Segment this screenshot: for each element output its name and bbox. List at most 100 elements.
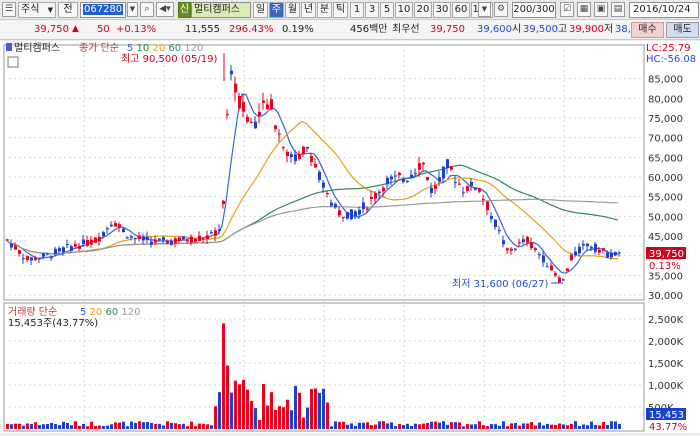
settings-icon[interactable]: ⚙ — [494, 2, 508, 17]
stock-code-value: 067280 — [83, 4, 124, 15]
price-tick-label: 55,000 — [648, 193, 683, 204]
candle-body — [462, 192, 465, 194]
chart-svg[interactable]: 85,000 80,000 75,000 70,000 65,000 60,000 55,0… — [0, 41, 700, 433]
chevron-down-icon[interactable]: ▼ — [478, 2, 491, 17]
volume-bar — [114, 422, 117, 429]
minute-option-0[interactable]: 1 — [350, 2, 364, 18]
stock-badge-label: 신 — [179, 4, 190, 15]
candle-body — [274, 125, 277, 130]
open-value: 39,500 — [523, 24, 558, 35]
candle-body — [354, 211, 357, 217]
buy-label: 매수 — [638, 24, 657, 35]
ma-period-10[interactable]: 10 — [137, 43, 153, 54]
volume-bar — [518, 425, 521, 429]
sell-label: 매도 — [673, 24, 692, 35]
volume-bar — [450, 422, 453, 429]
ma-period-60[interactable]: 60 — [168, 43, 184, 54]
volume-bar — [314, 388, 317, 429]
candle-body — [54, 248, 57, 254]
candle-body — [374, 193, 377, 199]
volume-ma-period-120[interactable]: 120 — [121, 307, 140, 318]
volume-bar — [42, 424, 45, 429]
volume-ma-period-60[interactable]: 60 — [105, 307, 121, 318]
candle-body — [474, 187, 477, 190]
quote-row: 39,750 ▲ 50 +0.13% 11,555 296.43% 0.19% … — [0, 20, 700, 40]
volume-bar — [322, 388, 325, 429]
tab-0[interactable]: 일 — [253, 2, 268, 18]
volume-bar — [514, 422, 517, 429]
volume-bar — [130, 421, 133, 429]
tab-5[interactable]: 틱 — [333, 2, 348, 18]
buy-button[interactable]: 매수 — [631, 22, 664, 38]
tab-3[interactable]: 년 — [301, 2, 316, 18]
volume-bar — [606, 424, 609, 429]
candle-body — [358, 209, 361, 215]
candle-body — [438, 177, 441, 182]
minute-option-1[interactable]: 3 — [365, 2, 379, 18]
volume-bar — [202, 423, 205, 429]
grid-icon[interactable]: ▦ — [577, 2, 591, 17]
volume-bar — [138, 421, 141, 429]
volume-current: 15,453주(43.77%) — [8, 318, 98, 329]
calendar-icon[interactable]: ▤ — [611, 2, 625, 17]
candle-body — [166, 240, 169, 244]
candle-body — [70, 246, 73, 251]
volume-ma-period-20[interactable]: 20 — [90, 307, 106, 318]
candle-body — [118, 224, 121, 227]
volume-bar — [298, 392, 301, 429]
volume-bar — [398, 424, 401, 429]
period-code-select[interactable]: 전 — [58, 2, 78, 18]
chart-area[interactable]: 85,000 80,000 75,000 70,000 65,000 60,000 55,0… — [0, 41, 700, 433]
candle-body — [606, 252, 609, 258]
minute-option-4[interactable]: 20 — [414, 2, 432, 18]
stock-name-field[interactable]: 멀티캠퍼스 — [191, 2, 251, 18]
tab-1[interactable]: 주 — [269, 2, 284, 18]
checkbox-icon[interactable]: ☑ — [560, 2, 574, 17]
tab-4[interactable]: 분 — [317, 2, 332, 18]
sell-button[interactable]: 매도 — [666, 22, 699, 38]
grid-toggle-icon[interactable] — [7, 56, 19, 68]
ma-period-5[interactable]: 5 — [127, 43, 137, 54]
current-price-pct: 0.13% — [649, 261, 681, 272]
volume-bar — [530, 422, 533, 429]
volume-bar — [174, 423, 177, 429]
candle-body — [382, 187, 385, 192]
chevron-down-icon[interactable]: ▼ — [127, 2, 138, 17]
menu-icon[interactable]: ☰ — [2, 2, 16, 17]
candle-body — [178, 237, 181, 242]
count-field[interactable]: 200/300 — [512, 2, 556, 18]
volume-bar — [190, 421, 193, 429]
candle-body — [506, 248, 509, 251]
volume-bar — [34, 422, 37, 429]
volume-bar — [126, 426, 129, 429]
volume-bar — [354, 425, 357, 429]
volume-bar — [478, 421, 481, 429]
save-icon[interactable]: ▣ — [594, 2, 608, 17]
search-icon[interactable]: ⌕ — [140, 2, 154, 17]
stock-code-input[interactable]: 067280 — [80, 2, 126, 18]
date-field[interactable]: 2016/10/24 — [629, 2, 699, 18]
volume-bar — [118, 422, 121, 429]
volume-ma-period-5[interactable]: 5 — [80, 307, 90, 318]
speaker-icon[interactable]: ◀▾ — [156, 2, 174, 17]
ma-period-20[interactable]: 20 — [152, 43, 168, 54]
candle-body — [558, 277, 561, 283]
minute-option-5[interactable]: 30 — [433, 2, 451, 18]
tab-2[interactable]: 월 — [285, 2, 300, 18]
minute-option-2[interactable]: 5 — [380, 2, 394, 18]
candle-body — [46, 253, 49, 255]
candle-body — [186, 240, 189, 242]
market-select[interactable]: 주식 ▼ — [18, 2, 56, 18]
volume-bar — [466, 424, 469, 429]
volume-bar — [590, 421, 593, 429]
candle-body — [590, 247, 593, 249]
minute-option-6[interactable]: 60 — [452, 2, 470, 18]
minute-option-3[interactable]: 10 — [395, 2, 413, 18]
candle-body — [534, 248, 537, 251]
candle-body — [618, 252, 621, 254]
candle-body — [150, 241, 153, 245]
candle-body — [6, 239, 9, 241]
ma-period-120[interactable]: 120 — [184, 43, 203, 54]
price-tick-label: 80,000 — [648, 94, 683, 105]
volume-bar — [206, 424, 209, 429]
